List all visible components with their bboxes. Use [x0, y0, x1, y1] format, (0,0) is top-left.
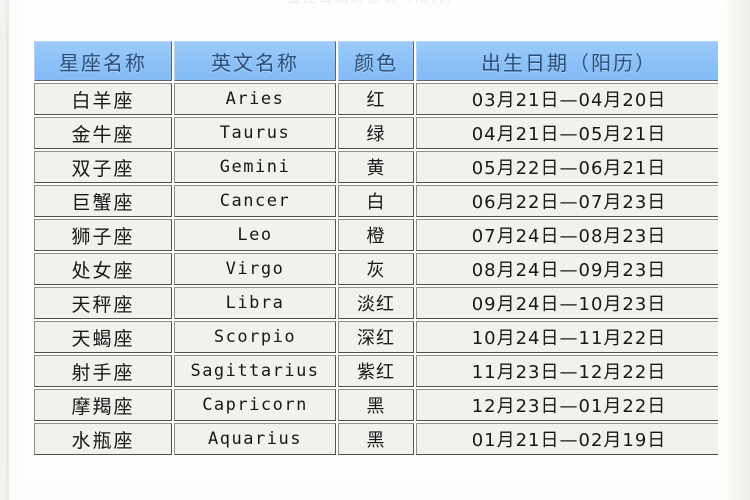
- cell-chinese-name: 金牛座: [34, 117, 172, 149]
- table-row: 处女座 Virgo 灰 08月24日—09月23日: [34, 253, 718, 285]
- cell-color: 绿: [338, 117, 414, 149]
- cell-chinese-name: 水瓶座: [34, 423, 172, 455]
- table-row: 巨蟹座 Cancer 白 06月22日—07月23日: [34, 185, 718, 217]
- cell-english-name: Taurus: [174, 117, 336, 149]
- cell-birth-date: 01月21日—02月19日: [416, 423, 718, 455]
- cell-chinese-name: 处女座: [34, 253, 172, 285]
- cell-english-name: Aries: [174, 83, 336, 115]
- cell-birth-date: 04月21日—05月21日: [416, 117, 718, 149]
- cell-color: 灰: [338, 253, 414, 285]
- cell-english-name: Scorpio: [174, 321, 336, 353]
- table-row: 天秤座 Libra 淡红 09月24日—10月23日: [34, 287, 718, 319]
- table-row: 狮子座 Leo 橙 07月24日—08月23日: [34, 219, 718, 251]
- table-row: 双子座 Gemini 黄 05月22日—06月21日: [34, 151, 718, 183]
- top-caption-text: 星座日期对照表（阳历）: [287, 0, 463, 5]
- cell-english-name: Gemini: [174, 151, 336, 183]
- cell-birth-date: 06月22日—07月23日: [416, 185, 718, 217]
- zodiac-table-container: 星座名称 英文名称 颜色 出生日期（阳历） 白羊座 Aries 红 03月21日—04…: [32, 39, 718, 457]
- table-row: 水瓶座 Aquarius 黑 01月21日—02月19日: [34, 423, 718, 455]
- cell-birth-date: 09月24日—10月23日: [416, 287, 718, 319]
- table-header-row: 星座名称 英文名称 颜色 出生日期（阳历）: [34, 41, 718, 81]
- column-header-color: 颜色: [338, 41, 414, 81]
- cell-color: 淡红: [338, 287, 414, 319]
- cell-birth-date: 10月24日—11月22日: [416, 321, 718, 353]
- cell-birth-date: 11月23日—12月22日: [416, 355, 718, 387]
- cell-color: 白: [338, 185, 414, 217]
- cell-color: 黄: [338, 151, 414, 183]
- cell-chinese-name: 巨蟹座: [34, 185, 172, 217]
- cell-color: 橙: [338, 219, 414, 251]
- cell-chinese-name: 白羊座: [34, 83, 172, 115]
- table-header: 星座名称 英文名称 颜色 出生日期（阳历）: [34, 41, 718, 81]
- column-header-chinese-name: 星座名称: [34, 41, 172, 81]
- cell-english-name: Libra: [174, 287, 336, 319]
- cell-english-name: Capricorn: [174, 389, 336, 421]
- cell-chinese-name: 天秤座: [34, 287, 172, 319]
- table-row: 天蝎座 Scorpio 深红 10月24日—11月22日: [34, 321, 718, 353]
- top-caption-partial: 星座日期对照表（阳历）: [0, 0, 750, 12]
- cell-english-name: Aquarius: [174, 423, 336, 455]
- cell-english-name: Cancer: [174, 185, 336, 217]
- cell-birth-date: 12月23日—01月22日: [416, 389, 718, 421]
- cell-chinese-name: 射手座: [34, 355, 172, 387]
- table-row: 射手座 Sagittarius 紫红 11月23日—12月22日: [34, 355, 718, 387]
- cell-birth-date: 07月24日—08月23日: [416, 219, 718, 251]
- cell-color: 黑: [338, 423, 414, 455]
- cell-birth-date: 08月24日—09月23日: [416, 253, 718, 285]
- cell-birth-date: 03月21日—04月20日: [416, 83, 718, 115]
- zodiac-table: 星座名称 英文名称 颜色 出生日期（阳历） 白羊座 Aries 红 03月21日—04…: [32, 39, 718, 457]
- table-row: 金牛座 Taurus 绿 04月21日—05月21日: [34, 117, 718, 149]
- cell-chinese-name: 狮子座: [34, 219, 172, 251]
- cell-english-name: Virgo: [174, 253, 336, 285]
- cell-english-name: Leo: [174, 219, 336, 251]
- cell-chinese-name: 摩羯座: [34, 389, 172, 421]
- cell-color: 深红: [338, 321, 414, 353]
- cell-birth-date: 05月22日—06月21日: [416, 151, 718, 183]
- cell-color: 红: [338, 83, 414, 115]
- table-body: 白羊座 Aries 红 03月21日—04月20日 金牛座 Taurus 绿 04月21日—0…: [34, 83, 718, 455]
- table-row: 摩羯座 Capricorn 黑 12月23日—01月22日: [34, 389, 718, 421]
- table-row: 白羊座 Aries 红 03月21日—04月20日: [34, 83, 718, 115]
- cell-chinese-name: 天蝎座: [34, 321, 172, 353]
- cell-english-name: Sagittarius: [174, 355, 336, 387]
- column-header-english-name: 英文名称: [174, 41, 336, 81]
- cell-color: 紫红: [338, 355, 414, 387]
- column-header-birth-date: 出生日期（阳历）: [416, 41, 718, 81]
- document-page: 星座日期对照表（阳历） 星座名称 英文名称 颜色 出生日期（阳历） 白羊座Ari…: [0, 0, 750, 500]
- cell-chinese-name: 双子座: [34, 151, 172, 183]
- cell-color: 黑: [338, 389, 414, 421]
